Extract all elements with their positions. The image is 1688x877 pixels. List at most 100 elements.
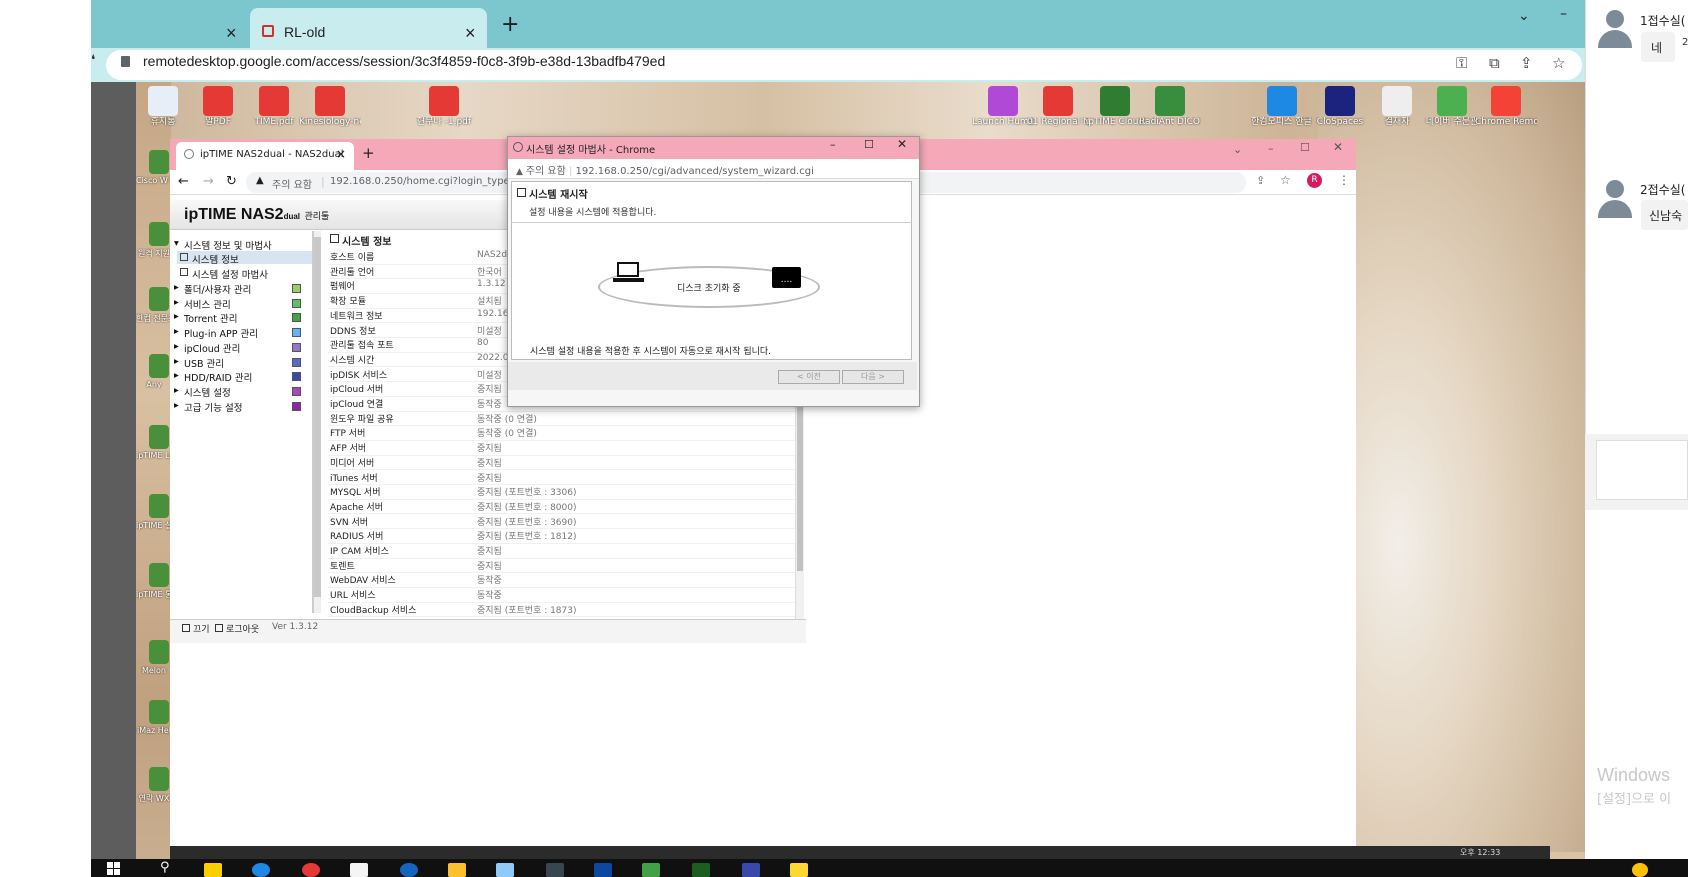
desktop-icon-label[interactable]: 결재자 (1366, 117, 1428, 127)
nav-child-item[interactable]: 시스템 설정 마법사 (192, 267, 268, 281)
desktop-icon-label[interactable]: RadiAnt DICO... (1139, 117, 1201, 127)
desktop-icon-label[interactable]: Cisco W Meet (136, 176, 172, 185)
chevron-down-icon[interactable]: ⌄ (1233, 143, 1242, 156)
desktop-app-icon[interactable] (149, 494, 169, 518)
power-icon[interactable] (182, 624, 190, 632)
close-icon[interactable]: × (336, 147, 346, 161)
prev-button[interactable]: < 이전 (778, 370, 840, 384)
app-icon[interactable] (350, 863, 368, 877)
bookmark-star-icon[interactable]: ☆ (1280, 173, 1291, 187)
desktop-app-icon[interactable] (1155, 86, 1185, 116)
room2-message[interactable]: 신남숙 (1641, 200, 1688, 230)
desktop-icon-label[interactable]: 네이버 주문관 (1421, 117, 1483, 127)
nav-item[interactable]: 폴더/사용자 관리 (184, 282, 251, 296)
desktop-icon-label[interactable]: 한컴오피스 한글 2010 (1251, 117, 1313, 127)
minimize-icon[interactable]: – (1560, 6, 1567, 22)
desktop-app-icon[interactable] (203, 86, 233, 116)
desktop-icon-label[interactable]: Chrome Remot... (1475, 117, 1537, 127)
desktop-icon-label[interactable]: 01 Regional News Bio... (1027, 117, 1089, 127)
ie-icon[interactable] (400, 863, 418, 877)
footer-logout-link[interactable]: 로그아웃 (226, 622, 259, 635)
next-button[interactable]: 다음 > (842, 370, 904, 384)
search-icon[interactable]: ⚲ (160, 860, 170, 875)
inner-url-text[interactable]: 192.168.0.250/home.cgi?login_type= (330, 176, 518, 187)
nav-root-system-info[interactable]: 시스템 정보 및 마법사 (184, 238, 272, 252)
desktop-app-icon[interactable] (315, 86, 345, 116)
kakaotalk-icon[interactable] (204, 863, 222, 877)
close-window-icon[interactable]: ✕ (897, 137, 907, 151)
desktop-icon-label[interactable]: ipTIME 통합 (136, 589, 172, 600)
room1-message[interactable]: 네 (1641, 32, 1675, 62)
app-icon[interactable] (790, 863, 808, 877)
nav-expand-icon[interactable]: ▸ (174, 400, 179, 411)
nav-scrollbar[interactable] (313, 231, 321, 613)
nav-expand-icon[interactable]: ▸ (174, 356, 179, 367)
nav-expand-icon[interactable]: ▸ (174, 326, 179, 337)
desktop-app-icon[interactable] (149, 640, 169, 664)
back-icon[interactable]: ← (178, 174, 189, 189)
chat-input-box[interactable] (1596, 440, 1688, 500)
nav-item[interactable]: 서비스 관리 (184, 297, 231, 311)
weather-icon[interactable] (1632, 863, 1648, 877)
new-tab-button[interactable]: + (362, 144, 375, 162)
desktop-icon-label[interactable]: 현무나 -1.pdf (413, 117, 475, 127)
nav-expand-icon[interactable]: ▸ (174, 311, 179, 322)
nav-item[interactable]: HDD/RAID 관리 (184, 370, 252, 384)
nav-expand-icon[interactable]: ▸ (174, 282, 179, 293)
nav-item[interactable]: ipCloud 관리 (184, 341, 240, 355)
desktop-app-icon[interactable] (1267, 86, 1297, 116)
nav-item[interactable]: Plug-in APP 관리 (184, 326, 258, 340)
desktop-icon-label[interactable]: 휴지통 (132, 117, 194, 127)
desktop-icon-label[interactable]: TIME.pdf (243, 117, 305, 127)
desktop-app-icon[interactable] (1491, 86, 1521, 116)
outer-url-text[interactable]: remotedesktop.google.com/access/session/… (143, 53, 665, 69)
chrome-icon[interactable] (302, 863, 320, 877)
desktop-app-icon[interactable] (429, 86, 459, 116)
minimize-icon[interactable]: – (830, 138, 836, 151)
desktop-icon-label[interactable]: 알PDF (187, 117, 249, 127)
nav-expand-icon[interactable]: ▸ (174, 385, 179, 396)
desktop-app-icon[interactable] (1325, 86, 1355, 116)
tab-search-chevron-icon[interactable]: ⌄ (1518, 8, 1530, 24)
desktop-icon-label[interactable]: CloSpaces (1309, 117, 1371, 127)
desktop-app-icon[interactable] (1382, 86, 1412, 116)
bookmark-star-icon[interactable]: ☆ (1552, 54, 1565, 72)
key-icon[interactable]: ⚿ (1456, 54, 1467, 72)
desktop-icon-label[interactable]: Any (136, 380, 172, 389)
desktop-icon-label[interactable]: 한컴 전문조 (136, 313, 172, 324)
nav-expand-icon[interactable]: ▸ (174, 370, 179, 381)
edge-icon[interactable] (252, 863, 270, 877)
app-icon[interactable] (742, 863, 760, 877)
desktop-app-icon[interactable] (149, 222, 169, 246)
menu-kebab-icon[interactable]: ⋮ (1338, 173, 1350, 187)
new-tab-button[interactable]: + (501, 12, 519, 37)
slack-icon[interactable] (642, 863, 660, 877)
desktop-app-icon[interactable] (149, 287, 169, 311)
desktop-icon-label[interactable]: Melon (136, 666, 172, 675)
nav-scroll-thumb[interactable] (314, 237, 321, 597)
desktop-icon-label[interactable]: ipTIME 설정 (136, 520, 172, 531)
forward-icon[interactable]: → (203, 174, 214, 189)
close-icon[interactable]: × (465, 23, 476, 44)
popup-address-bar[interactable]: ▲ 주의 요함 | 192.168.0.250/cgi/advanced/sys… (508, 159, 919, 179)
share-icon[interactable]: ⇪ (1520, 54, 1533, 72)
desktop-app-icon[interactable] (149, 563, 169, 587)
desktop-icon-label[interactable]: 연락 WX (136, 793, 172, 804)
outer-tab-active[interactable]: RL-old × (250, 8, 487, 48)
app-icon[interactable] (496, 863, 514, 877)
desktop-app-icon[interactable] (259, 86, 289, 116)
windows-start-icon[interactable] (107, 862, 121, 876)
main-scroll-thumb[interactable] (797, 381, 803, 571)
nav-item[interactable]: Torrent 관리 (184, 311, 238, 325)
nav-item[interactable]: 시스템 설정 (184, 385, 231, 399)
desktop-app-icon[interactable] (149, 767, 169, 791)
desktop-icon-label[interactable]: iMaz Hel (136, 726, 172, 735)
desktop-app-icon[interactable] (149, 700, 169, 724)
reload-icon[interactable]: ↻ (226, 174, 237, 189)
share-icon[interactable]: ⇪ (1256, 174, 1265, 187)
app-icon[interactable] (546, 863, 564, 877)
desktop-app-icon[interactable] (988, 86, 1018, 116)
nav-expand-icon[interactable]: ▸ (174, 341, 179, 352)
outer-tab-previous[interactable]: × (91, 8, 251, 48)
nav-item[interactable]: USB 관리 (184, 356, 224, 370)
